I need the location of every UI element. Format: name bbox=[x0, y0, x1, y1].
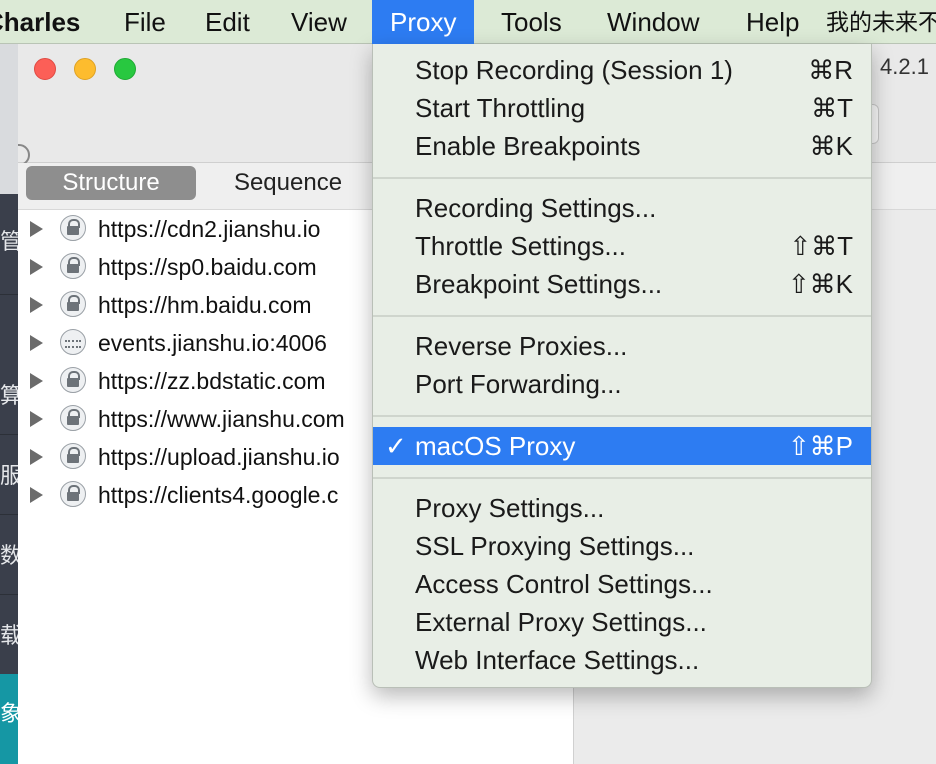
menu-item-shortcut: ⇧⌘T bbox=[789, 231, 853, 261]
menu-proxy[interactable]: Proxy bbox=[372, 0, 475, 44]
disclosure-triangle-icon[interactable] bbox=[30, 259, 43, 275]
host-label: https://hm.baidu.com bbox=[98, 292, 312, 318]
sidebar-char-5: 载 bbox=[0, 624, 18, 648]
lock-icon bbox=[60, 253, 86, 279]
disclosure-triangle-icon[interactable] bbox=[30, 221, 43, 237]
menu-item-start-throttling[interactable]: Start Throttling ⌘T bbox=[373, 89, 871, 127]
disclosure-triangle-icon[interactable] bbox=[30, 335, 43, 351]
menu-help[interactable]: Help bbox=[746, 0, 799, 44]
menu-item-ssl-proxying-settings[interactable]: SSL Proxying Settings... bbox=[373, 527, 871, 565]
menu-bar: Charles File Edit View Proxy Tools Windo… bbox=[0, 0, 936, 44]
disclosure-triangle-icon[interactable] bbox=[30, 411, 43, 427]
menu-item-label: Proxy Settings... bbox=[415, 493, 605, 523]
host-label: https://cdn2.jianshu.io bbox=[98, 216, 321, 242]
lock-icon bbox=[60, 367, 86, 393]
menu-item-enable-breakpoints[interactable]: Enable Breakpoints ⌘K bbox=[373, 127, 871, 165]
menu-item-label: Stop Recording (Session 1) bbox=[415, 55, 733, 85]
menu-item-label: Access Control Settings... bbox=[415, 569, 713, 599]
close-window-button[interactable] bbox=[34, 58, 56, 80]
minimize-window-button[interactable] bbox=[74, 58, 96, 80]
lock-icon bbox=[60, 291, 86, 317]
menu-item-label: External Proxy Settings... bbox=[415, 607, 707, 637]
menu-separator bbox=[373, 477, 871, 479]
disclosure-triangle-icon[interactable] bbox=[30, 487, 43, 503]
version-label: 4.2.1 bbox=[880, 54, 929, 79]
sidebar-char-6: 象 bbox=[0, 702, 18, 726]
divider bbox=[0, 514, 18, 515]
menu-separator bbox=[373, 415, 871, 417]
menu-item-label: Breakpoint Settings... bbox=[415, 269, 663, 299]
menu-item-throttle-settings[interactable]: Throttle Settings... ⇧⌘T bbox=[373, 227, 871, 265]
background-app-header bbox=[0, 44, 18, 194]
sidebar-char-2: 算 bbox=[0, 384, 18, 408]
menu-item-reverse-proxies[interactable]: Reverse Proxies... bbox=[373, 327, 871, 365]
menu-item-shortcut: ⌘R bbox=[808, 55, 853, 85]
checkmark-icon: ✓ bbox=[385, 431, 407, 461]
menu-item-breakpoint-settings[interactable]: Breakpoint Settings... ⇧⌘K bbox=[373, 265, 871, 303]
lock-icon bbox=[60, 443, 86, 469]
menu-item-label: Recording Settings... bbox=[415, 193, 657, 223]
lock-icon bbox=[60, 405, 86, 431]
lock-icon bbox=[60, 215, 86, 241]
menu-item-shortcut: ⇧⌘K bbox=[787, 269, 853, 299]
menu-separator bbox=[373, 177, 871, 179]
proxy-menu-dropdown: Stop Recording (Session 1) ⌘R Start Thro… bbox=[372, 44, 872, 688]
menu-item-label: Start Throttling bbox=[415, 93, 586, 123]
host-label: events.jianshu.io:4006 bbox=[98, 330, 327, 356]
menu-item-port-forwarding[interactable]: Port Forwarding... bbox=[373, 365, 871, 403]
menu-file[interactable]: File bbox=[124, 0, 166, 44]
menu-item-macos-proxy[interactable]: ✓ macOS Proxy ⇧⌘P bbox=[373, 427, 871, 465]
menu-item-label: Web Interface Settings... bbox=[415, 645, 700, 675]
sidebar-char-1: 管 bbox=[0, 230, 18, 254]
menu-item-label: Reverse Proxies... bbox=[415, 331, 628, 361]
menu-item-shortcut: ⌘T bbox=[811, 93, 853, 123]
zoom-window-button[interactable] bbox=[114, 58, 136, 80]
menu-item-shortcut: ⇧⌘P bbox=[787, 431, 853, 461]
host-label: https://sp0.baidu.com bbox=[98, 254, 317, 280]
host-label: https://upload.jianshu.io bbox=[98, 444, 340, 470]
menu-item-label: Throttle Settings... bbox=[415, 231, 626, 261]
menu-item-external-proxy-settings[interactable]: External Proxy Settings... bbox=[373, 603, 871, 641]
menu-extra-text[interactable]: 我的未来不 bbox=[826, 0, 936, 44]
sidebar-char-3: 服 bbox=[0, 464, 18, 488]
tab-sequence[interactable]: Sequence bbox=[208, 166, 368, 200]
menu-tools[interactable]: Tools bbox=[501, 0, 562, 44]
menu-item-access-control-settings[interactable]: Access Control Settings... bbox=[373, 565, 871, 603]
menu-view[interactable]: View bbox=[291, 0, 347, 44]
connection-icon bbox=[60, 329, 86, 355]
menu-item-label: macOS Proxy bbox=[415, 431, 576, 461]
menu-app-name[interactable]: Charles bbox=[0, 0, 80, 44]
menu-edit[interactable]: Edit bbox=[205, 0, 250, 44]
disclosure-triangle-icon[interactable] bbox=[30, 373, 43, 389]
menu-item-label: Enable Breakpoints bbox=[415, 131, 641, 161]
menu-item-stop-recording[interactable]: Stop Recording (Session 1) ⌘R bbox=[373, 51, 871, 89]
menu-item-recording-settings[interactable]: Recording Settings... bbox=[373, 189, 871, 227]
menu-item-label: Port Forwarding... bbox=[415, 369, 622, 399]
menu-window[interactable]: Window bbox=[607, 0, 699, 44]
tab-structure[interactable]: Structure bbox=[26, 166, 196, 200]
menu-item-shortcut: ⌘K bbox=[809, 131, 853, 161]
disclosure-triangle-icon[interactable] bbox=[30, 449, 43, 465]
divider bbox=[0, 594, 18, 595]
host-label: https://zz.bdstatic.com bbox=[98, 368, 326, 394]
host-label: https://www.jianshu.com bbox=[98, 406, 345, 432]
background-app-sidebar: 管 算 服 数 载 象 bbox=[0, 44, 18, 764]
divider bbox=[0, 294, 18, 295]
menu-item-web-interface-settings[interactable]: Web Interface Settings... bbox=[373, 641, 871, 679]
sidebar-active-item: 象 bbox=[0, 674, 18, 764]
menu-item-label: SSL Proxying Settings... bbox=[415, 531, 695, 561]
disclosure-triangle-icon[interactable] bbox=[30, 297, 43, 313]
menu-item-proxy-settings[interactable]: Proxy Settings... bbox=[373, 489, 871, 527]
menu-separator bbox=[373, 315, 871, 317]
lock-icon bbox=[60, 481, 86, 507]
sidebar-char-4: 数 bbox=[0, 544, 18, 568]
host-label: https://clients4.google.c bbox=[98, 482, 339, 508]
divider bbox=[0, 434, 18, 435]
